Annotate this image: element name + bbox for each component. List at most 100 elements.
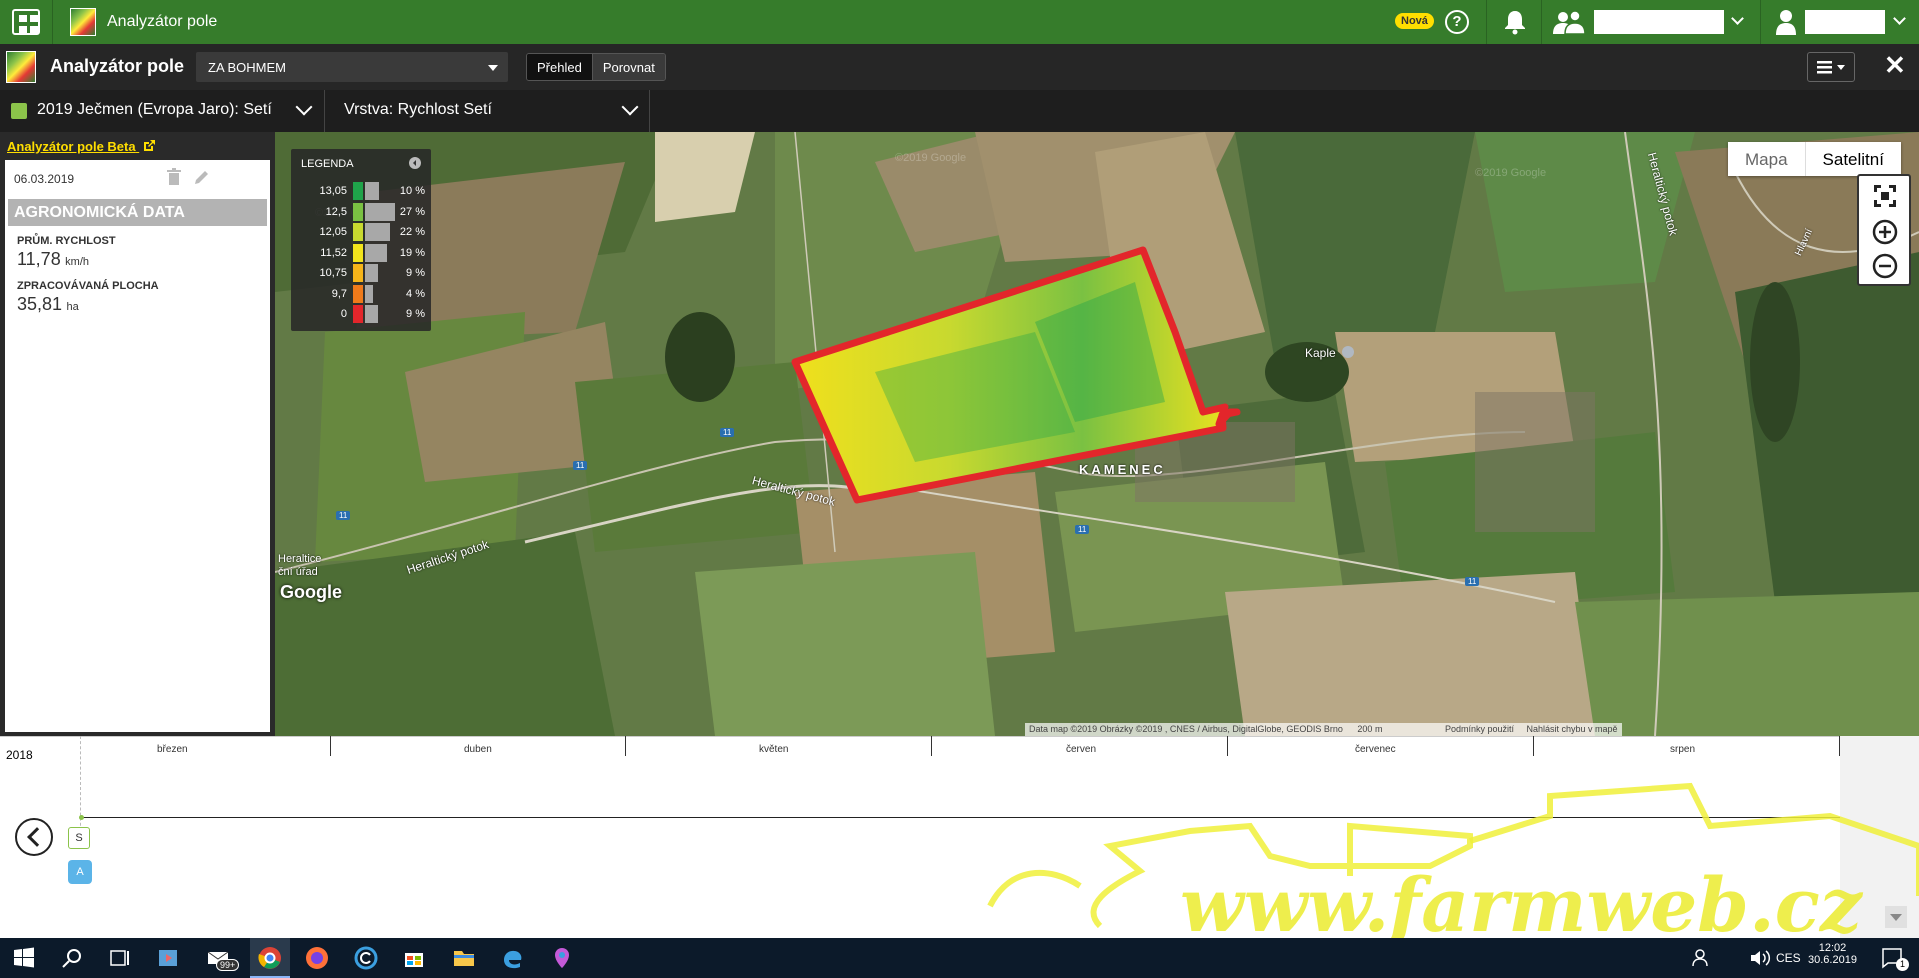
- month-label: červen: [1066, 744, 1097, 755]
- team-icon[interactable]: [1552, 8, 1586, 36]
- language-indicator[interactable]: CES: [1776, 951, 1801, 965]
- legend-share-bar: [365, 182, 379, 200]
- store-icon[interactable]: [402, 946, 426, 970]
- new-badge[interactable]: Nová: [1395, 13, 1434, 29]
- organization-select[interactable]: [1594, 10, 1724, 34]
- collapse-icon[interactable]: [409, 157, 421, 169]
- task-view-icon[interactable]: [108, 946, 132, 970]
- top-bar: Analyzátor pole Nová ?: [0, 0, 1919, 44]
- media-player-icon[interactable]: [156, 946, 180, 970]
- legend-title: LEGENDA: [301, 158, 354, 170]
- crop-select[interactable]: 2019 Ječmen (Evropa Jaro): Setí: [0, 90, 325, 132]
- stat-value: 35,81: [17, 294, 63, 314]
- edge-icon[interactable]: [500, 946, 524, 970]
- folder-icon[interactable]: [452, 946, 476, 970]
- chrome-icon[interactable]: [258, 946, 282, 970]
- legend-percent: 27 %: [399, 205, 425, 218]
- map-watermark: ©2019 Google: [1475, 167, 1547, 179]
- fullscreen-icon[interactable]: [1871, 182, 1899, 210]
- chevron-down-icon[interactable]: [1731, 12, 1744, 25]
- bell-icon[interactable]: [1502, 9, 1528, 35]
- legend-swatch: [353, 243, 363, 262]
- clock-time: 12:02: [1818, 942, 1847, 954]
- road-shield: 11: [573, 461, 588, 470]
- previous-button[interactable]: [15, 818, 53, 856]
- legend-share-bar: [365, 284, 373, 303]
- legend-swatch: [353, 284, 363, 303]
- village-label: KAMENEC: [1079, 462, 1166, 477]
- chevron-down-icon: [295, 98, 313, 116]
- road-shield: 11: [1465, 577, 1480, 586]
- volume-icon[interactable]: [1748, 946, 1772, 970]
- map-type-satellite[interactable]: Satelitní: [1804, 142, 1901, 176]
- user-icon[interactable]: [1775, 9, 1797, 35]
- legend-swatch: [353, 223, 363, 241]
- zoom-control: [1857, 174, 1911, 286]
- road-shield: 11: [336, 511, 351, 520]
- legend-row: 10,75 9 %: [291, 263, 431, 283]
- pencil-icon[interactable]: [193, 168, 211, 186]
- search-icon[interactable]: [60, 946, 84, 970]
- tab-compare[interactable]: Porovnat: [591, 54, 665, 80]
- hamburger-icon: [1817, 61, 1845, 74]
- scale-label: 200 m: [1357, 724, 1383, 734]
- legend-percent: 10 %: [399, 185, 425, 197]
- trash-icon[interactable]: [166, 168, 182, 186]
- watermark-text: www.farmweb.cz: [1180, 863, 1864, 938]
- zoom-in-icon[interactable]: [1871, 218, 1899, 246]
- seeding-marker[interactable]: S: [68, 827, 90, 849]
- town-label: Heraltice: [278, 553, 322, 565]
- watermark-tractor: www.farmweb.cz: [987, 782, 1919, 938]
- beta-link-label: Analyzátor pole Beta: [7, 139, 136, 154]
- field-select[interactable]: ZA BOHMEM: [196, 52, 508, 82]
- legend-value: 11,52: [320, 246, 347, 259]
- road-shield: 11: [1075, 525, 1090, 534]
- stat-label: PRŮM. RYCHLOST: [17, 235, 116, 247]
- maps-pin-icon[interactable]: [550, 946, 574, 970]
- report-link[interactable]: Nahlásit chybu v mapě: [1527, 724, 1618, 734]
- google-logo: Google: [280, 582, 342, 602]
- crop-color-swatch: [11, 103, 27, 119]
- map-view[interactable]: KAMENEC Kaple Heraltický potok Heraltick…: [275, 132, 1919, 736]
- stat-label: ZPRACOVÁVANÁ PLOCHA: [17, 280, 159, 292]
- legend-value: 0: [340, 308, 347, 320]
- legend-value: 13,05: [319, 185, 347, 197]
- layer-select[interactable]: Vrstva: Rychlost Setí: [326, 90, 650, 132]
- firefox-icon[interactable]: [305, 946, 329, 970]
- terms-link[interactable]: Podmínky použití: [1445, 724, 1514, 734]
- help-icon[interactable]: ?: [1445, 10, 1469, 34]
- legend-row: 13,05 10 %: [291, 181, 431, 201]
- browser-c-icon[interactable]: [354, 946, 378, 970]
- menu-button[interactable]: [1807, 52, 1855, 82]
- stat-speed: PRŮM. RYCHLOST 11,78 km/h: [17, 235, 116, 270]
- map-type-map[interactable]: Mapa: [1728, 142, 1805, 176]
- app-grid-icon[interactable]: [12, 9, 40, 35]
- legend-swatch: [353, 182, 363, 200]
- people-icon[interactable]: [1690, 946, 1714, 970]
- info-card: 06.03.2019 AGRONOMICKÁ DATA PRŮM. RYCHLO…: [5, 160, 270, 732]
- beta-link[interactable]: Analyzátor pole Beta: [7, 139, 156, 154]
- place-pin-icon[interactable]: [1341, 345, 1355, 359]
- windows-start-icon[interactable]: [12, 946, 36, 970]
- user-name-box[interactable]: [1805, 10, 1885, 34]
- record-date: 06.03.2019: [14, 172, 75, 186]
- application-marker[interactable]: A: [68, 860, 92, 884]
- month-label: březen: [157, 744, 188, 755]
- legend-share-bar: [365, 264, 378, 282]
- legend-percent: 4 %: [406, 287, 425, 300]
- clock-date: 30.6.2019: [1808, 954, 1857, 966]
- notification-badge: 99+: [216, 959, 240, 971]
- legend-percent: 9 %: [406, 308, 425, 320]
- tab-overview[interactable]: Přehled: [527, 54, 592, 80]
- app-title: Analyzátor pole: [107, 13, 218, 30]
- zoom-out-icon[interactable]: [1871, 252, 1899, 280]
- close-icon[interactable]: ✕: [1884, 50, 1906, 81]
- chevron-down-icon[interactable]: [1893, 12, 1906, 25]
- taskbar: 99+ CES 12:02 30.6.2019 1: [0, 938, 1919, 978]
- clock[interactable]: 12:02 30.6.2019: [1808, 942, 1857, 966]
- external-link-icon: [144, 140, 156, 151]
- timeline[interactable]: 2018 2020 březen duben květen červen čer…: [0, 736, 1919, 938]
- map-type-toggle: Mapa Satelitní: [1728, 142, 1901, 176]
- legend-percent: 22 %: [399, 226, 425, 238]
- map-watermark: ©2019 Google: [895, 152, 967, 164]
